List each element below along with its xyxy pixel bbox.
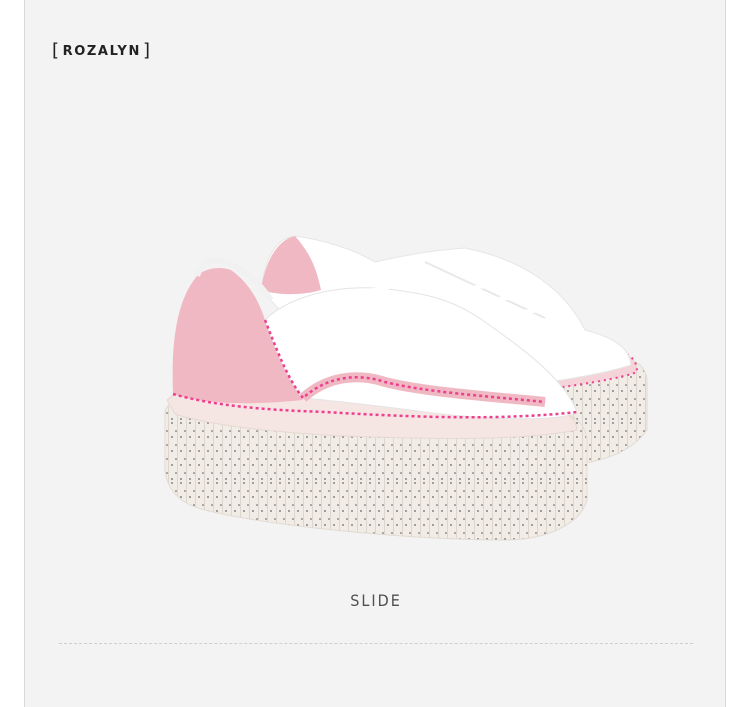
- pink-platform-sneakers-image: [164, 235, 648, 541]
- section-divider: [59, 643, 693, 644]
- product-panel: [ ROZALYN ] SLIDE: [24, 0, 726, 707]
- product-caption: SLIDE: [350, 591, 402, 610]
